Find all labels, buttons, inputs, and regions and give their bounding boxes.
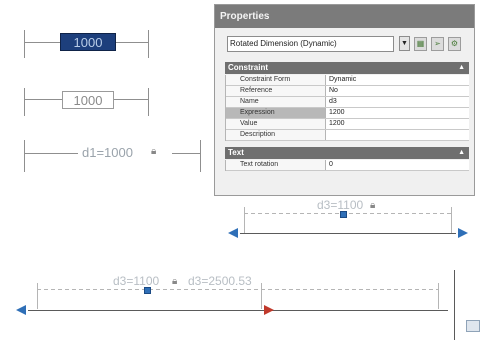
property-row[interactable]: Reference No [226, 86, 469, 97]
property-row[interactable]: Text rotation 0 [226, 160, 469, 171]
property-row[interactable]: Constraint Form Dynamic [226, 75, 469, 86]
text-grid: Text rotation 0 [225, 160, 469, 171]
dimension-1-ext-right [148, 30, 149, 58]
object-type-select[interactable]: Rotated Dimension (Dynamic) [227, 35, 394, 52]
property-value[interactable]: Dynamic [326, 75, 469, 85]
red-marker-icon[interactable] [264, 305, 274, 315]
ucs-icon[interactable] [466, 320, 480, 332]
quick-select-icon[interactable]: ⚙ [448, 36, 461, 51]
collapse-icon[interactable]: ▲ [458, 62, 465, 74]
grip-handle[interactable] [144, 287, 151, 294]
grip-arrow-right[interactable] [458, 228, 468, 238]
dim-dashed-line [244, 213, 452, 214]
property-key: Value [226, 119, 326, 129]
property-key: Description [226, 130, 326, 140]
property-key: Reference [226, 86, 326, 96]
dim-dashed-line [37, 289, 439, 290]
object-type-row: Rotated Dimension (Dynamic) ▼ ▦ ➢ ⚙ [227, 35, 461, 52]
text-section-title: Text [228, 148, 244, 157]
dimension-1-ext-left [24, 30, 25, 58]
dim-label-lower-b: d3=2500.53 [188, 274, 252, 288]
properties-palette: Properties Rotated Dimension (Dynamic) ▼… [214, 4, 475, 196]
vertical-object-line [454, 270, 455, 340]
dim-ext-left [244, 207, 245, 233]
collapse-icon[interactable]: ▲ [458, 147, 465, 159]
lock-icon: 🔒︎ [370, 200, 376, 211]
property-row-highlighted[interactable]: Expression 1200 [226, 108, 469, 119]
dimension-1-value-selected[interactable]: 1000 [60, 33, 116, 51]
text-section-header[interactable]: Text ▲ [225, 147, 469, 159]
dimension-3-label: d1=1000 [82, 145, 133, 160]
property-value[interactable] [326, 130, 469, 140]
property-value[interactable]: 1200 [326, 108, 469, 118]
constraint-grid: Constraint Form Dynamic Reference No Nam… [225, 75, 469, 141]
grip-arrow-left[interactable] [228, 228, 238, 238]
dim-ext-right [451, 207, 452, 233]
select-objects-icon[interactable]: ➢ [431, 36, 444, 51]
property-key: Expression [226, 108, 326, 118]
constraint-section-header[interactable]: Constraint ▲ [225, 62, 469, 74]
dimension-3-ext-right [200, 140, 201, 172]
property-key: Constraint Form [226, 75, 326, 85]
dim-ext-mid [261, 283, 262, 309]
chevron-down-icon[interactable]: ▼ [399, 36, 410, 51]
property-value[interactable]: d3 [326, 97, 469, 107]
dim-label-upper: d3=1100 [317, 198, 364, 212]
object-line [28, 310, 448, 311]
lock-icon: 🔒︎ [172, 276, 178, 287]
property-row[interactable]: Description [226, 130, 469, 141]
property-key: Text rotation [226, 160, 326, 170]
property-value[interactable]: 0 [326, 160, 469, 170]
dim-ext-left [37, 283, 38, 309]
dimension-2-ext-left [24, 88, 25, 116]
constraint-section-title: Constraint [228, 63, 268, 72]
dimension-2-edit-field[interactable]: 1000 [62, 91, 114, 109]
lock-icon: 🔒︎ [151, 146, 157, 157]
grip-arrow-left[interactable] [16, 305, 26, 315]
properties-title: Properties [215, 5, 474, 28]
grip-handle[interactable] [340, 211, 347, 218]
property-row[interactable]: Name d3 [226, 97, 469, 108]
dimension-2-ext-right [148, 88, 149, 116]
toggle-pickadd-icon[interactable]: ▦ [414, 36, 427, 51]
property-row[interactable]: Value 1200 [226, 119, 469, 130]
property-key: Name [226, 97, 326, 107]
dimension-3-ext-left [24, 140, 25, 172]
object-line [240, 233, 456, 234]
dim-label-lower-a: d3=1100 [113, 274, 160, 288]
dim-ext-right [438, 283, 439, 309]
property-value[interactable]: 1200 [326, 119, 469, 129]
property-value[interactable]: No [326, 86, 469, 96]
